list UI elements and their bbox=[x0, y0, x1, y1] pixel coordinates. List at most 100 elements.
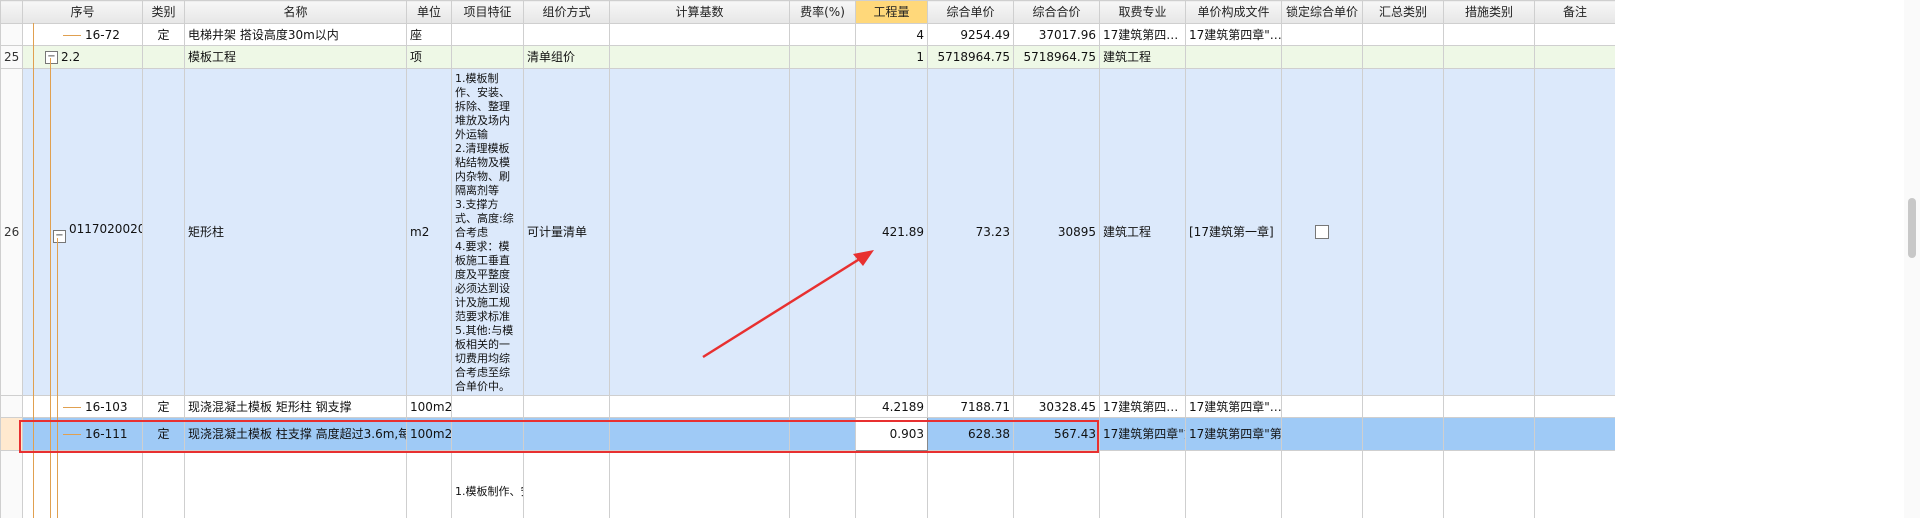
row-feature[interactable]: 1.模板制作、安装、拆除、整理堆放及场内外运输 2.清理模板粘结物及模内杂物、刷… bbox=[451, 68, 524, 396]
header-lock-price[interactable]: 锁定综合单价 bbox=[1281, 0, 1363, 24]
row-type[interactable] bbox=[142, 45, 185, 69]
row-unit-price[interactable]: 73.23 bbox=[927, 68, 1014, 396]
header-name[interactable]: 名称 bbox=[184, 0, 407, 24]
row-name[interactable]: 现浇混凝土模板 矩形柱 钢支撑 bbox=[184, 395, 407, 418]
row-quantity[interactable]: 1 bbox=[855, 45, 928, 69]
row-quantity[interactable]: 4.2189 bbox=[855, 395, 928, 418]
row-rate[interactable] bbox=[789, 450, 856, 518]
row-quantity[interactable]: 421.89 bbox=[855, 68, 928, 396]
row-type[interactable] bbox=[142, 68, 185, 396]
row-unit-price[interactable]: 5718964.75 bbox=[927, 45, 1014, 69]
row-remark[interactable] bbox=[1534, 45, 1615, 69]
row-total-price[interactable]: 37017.96 bbox=[1013, 23, 1100, 46]
row-measure-type[interactable] bbox=[1443, 68, 1535, 396]
row-price-file[interactable]: 17建筑第四章"… bbox=[1185, 395, 1282, 418]
row-measure-type[interactable] bbox=[1443, 417, 1535, 451]
row-name[interactable]: 模板工程 bbox=[184, 45, 407, 69]
row-unit-price[interactable] bbox=[927, 450, 1014, 518]
row-calc-base[interactable] bbox=[609, 450, 790, 518]
row-fee-major[interactable]: 建筑工程 bbox=[1099, 68, 1186, 396]
row-method[interactable]: 清单组价 bbox=[523, 45, 610, 69]
row-method[interactable] bbox=[523, 450, 610, 518]
header-unit-price[interactable]: 综合单价 bbox=[927, 0, 1014, 24]
row-type[interactable]: 定 bbox=[142, 23, 185, 46]
row-price-file[interactable] bbox=[1185, 45, 1282, 69]
row-unit[interactable] bbox=[406, 450, 452, 518]
row-lock-price[interactable] bbox=[1281, 45, 1363, 69]
row-unit[interactable]: 座 bbox=[406, 23, 452, 46]
header-type[interactable]: 类别 bbox=[142, 0, 185, 24]
row-seq[interactable]: −2.2 bbox=[22, 45, 143, 69]
row-type[interactable] bbox=[142, 450, 185, 518]
row-lock-price[interactable] bbox=[1281, 450, 1363, 518]
row-method[interactable] bbox=[523, 395, 610, 418]
row-remark[interactable] bbox=[1534, 23, 1615, 46]
row-unit[interactable]: 100m2 bbox=[406, 417, 452, 451]
row-method[interactable] bbox=[523, 417, 610, 451]
header-total-price[interactable]: 综合合价 bbox=[1013, 0, 1100, 24]
row-price-file[interactable] bbox=[1185, 450, 1282, 518]
row-measure-type[interactable] bbox=[1443, 23, 1535, 46]
row-seq[interactable]: 16-111 bbox=[22, 417, 143, 451]
row-unit-price[interactable]: 7188.71 bbox=[927, 395, 1014, 418]
row-name[interactable]: 电梯井架 搭设高度30m以内 bbox=[184, 23, 407, 46]
row-price-file[interactable]: 17建筑第四章"第十七章 bbox=[1185, 417, 1282, 451]
row-fee-major[interactable] bbox=[1099, 450, 1186, 518]
header-measure-type[interactable]: 措施类别 bbox=[1443, 0, 1535, 24]
row-measure-type[interactable] bbox=[1443, 450, 1535, 518]
row-calc-base[interactable] bbox=[609, 45, 790, 69]
row-fee-major[interactable]: 17建筑第四… bbox=[1099, 395, 1186, 418]
row-type[interactable]: 定 bbox=[142, 417, 185, 451]
row-lock-price[interactable] bbox=[1281, 417, 1363, 451]
row-name[interactable] bbox=[184, 450, 407, 518]
row-rate[interactable] bbox=[789, 395, 856, 418]
row-seq[interactable]: 16-72 bbox=[22, 23, 143, 46]
row-total-price[interactable]: 30895 bbox=[1013, 68, 1100, 396]
row-unit[interactable]: 项 bbox=[406, 45, 452, 69]
table-row[interactable]: 16-72 定 电梯井架 搭设高度30m以内 座 4 9254.49 37017… bbox=[0, 23, 1615, 46]
row-feature[interactable] bbox=[451, 417, 524, 451]
row-quantity[interactable] bbox=[855, 450, 928, 518]
row-feature[interactable] bbox=[451, 45, 524, 69]
row-method[interactable]: 可计量清单 bbox=[523, 68, 610, 396]
row-lock-price[interactable] bbox=[1281, 395, 1363, 418]
header-feature[interactable]: 项目特征 bbox=[451, 0, 524, 24]
row-calc-base[interactable] bbox=[609, 417, 790, 451]
header-rownum[interactable] bbox=[0, 0, 23, 24]
table-row[interactable]: 25 −2.2 模板工程 项 清单组价 1 5718964.75 5718964… bbox=[0, 45, 1615, 69]
header-rate[interactable]: 费率(%) bbox=[789, 0, 856, 24]
scrollbar-thumb[interactable] bbox=[1908, 198, 1916, 258]
table-row[interactable]: 1.模板制作、安装、拆除、整理堆放及场内外运输 bbox=[0, 450, 1615, 518]
row-measure-type[interactable] bbox=[1443, 395, 1535, 418]
row-feature[interactable] bbox=[451, 395, 524, 418]
row-summary-type[interactable] bbox=[1362, 23, 1444, 46]
row-seq[interactable] bbox=[22, 450, 143, 518]
row-fee-major[interactable]: 17建筑第四… bbox=[1099, 23, 1186, 46]
row-quantity[interactable]: 4 bbox=[855, 23, 928, 46]
header-calc-base[interactable]: 计算基数 bbox=[609, 0, 790, 24]
row-remark[interactable] bbox=[1534, 395, 1615, 418]
row-calc-base[interactable] bbox=[609, 68, 790, 396]
row-price-file[interactable]: [17建筑第一章] bbox=[1185, 68, 1282, 396]
collapse-toggle-icon[interactable]: − bbox=[45, 51, 58, 64]
row-remark[interactable] bbox=[1534, 417, 1615, 451]
row-total-price[interactable]: 30328.45 bbox=[1013, 395, 1100, 418]
row-seq[interactable]: −011702002001 bbox=[22, 68, 143, 396]
row-total-price[interactable] bbox=[1013, 450, 1100, 518]
row-seq[interactable]: 16-103 bbox=[22, 395, 143, 418]
header-quantity[interactable]: 工程量 bbox=[855, 0, 928, 24]
row-calc-base[interactable] bbox=[609, 23, 790, 46]
row-method[interactable] bbox=[523, 23, 610, 46]
quantity-edit-cell[interactable]: 0.903 bbox=[855, 417, 928, 451]
row-unit-price[interactable]: 628.38 bbox=[927, 417, 1014, 451]
table-row-selected[interactable]: 16-111 定 现浇混凝土模板 柱支撑 高度超过3.6m,每增加1m 钢支撑 … bbox=[0, 417, 1615, 451]
row-remark[interactable] bbox=[1534, 68, 1615, 396]
row-feature[interactable] bbox=[451, 23, 524, 46]
header-remark[interactable]: 备注 bbox=[1534, 0, 1615, 24]
header-method[interactable]: 组价方式 bbox=[523, 0, 610, 24]
lock-price-checkbox[interactable] bbox=[1315, 225, 1329, 240]
row-type[interactable]: 定 bbox=[142, 395, 185, 418]
row-total-price[interactable]: 5718964.75 bbox=[1013, 45, 1100, 69]
header-seq[interactable]: 序号 bbox=[22, 0, 143, 24]
header-summary-type[interactable]: 汇总类别 bbox=[1362, 0, 1444, 24]
